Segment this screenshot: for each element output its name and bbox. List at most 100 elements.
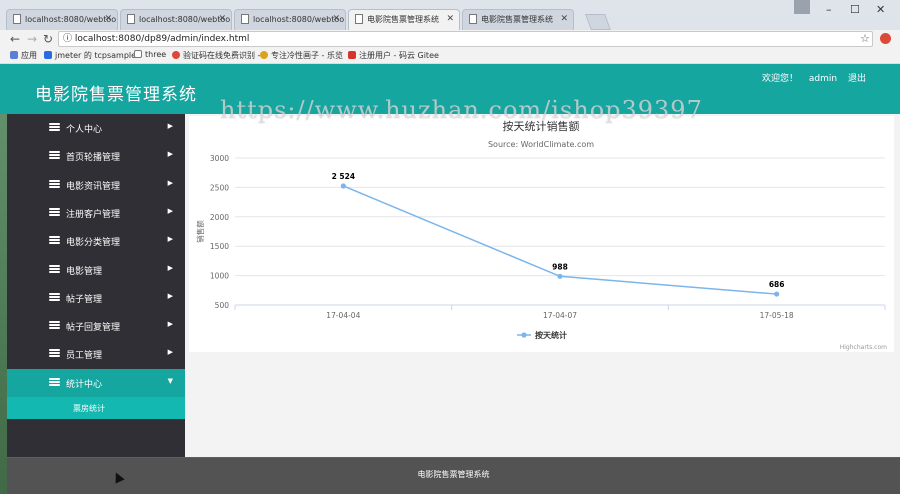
stack-icon: [49, 207, 60, 217]
x-tick-label: 17-04-04: [326, 311, 360, 320]
sidebar-item[interactable]: 电影资讯管理 ▶: [7, 171, 185, 199]
chart-container: 按天统计销售额 Source: WorldClimate.com 500 1000 15…: [189, 116, 894, 352]
browser-tab-4[interactable]: 电影院售票管理系统 ✕: [348, 9, 460, 30]
y-tick-label: 2500: [210, 183, 229, 192]
tab-title: localhost:8080/webtoo: [139, 15, 231, 24]
caret-right-icon: ▶: [167, 150, 173, 159]
legend-label: 按天统计: [535, 330, 567, 340]
y-tick-label: 2000: [210, 213, 229, 222]
close-icon[interactable]: ✕: [560, 14, 568, 24]
caret-right-icon: ▶: [167, 122, 173, 130]
close-icon[interactable]: ✕: [446, 14, 454, 24]
reload-icon[interactable]: ↻: [43, 32, 53, 46]
bookmark-site[interactable]: 专注冷性画子 - 乐览: [260, 50, 343, 61]
extension-icon[interactable]: [880, 33, 891, 44]
stack-icon: [49, 292, 60, 302]
app-title: 电影院售票管理系统: [35, 85, 197, 105]
data-label: 2 524: [332, 172, 356, 181]
sidebar-item[interactable]: 个人中心 ▶: [7, 114, 185, 142]
bookmark-star-icon[interactable]: ☆: [860, 32, 870, 45]
profile-icon[interactable]: [794, 0, 810, 14]
forward-icon[interactable]: →: [27, 32, 37, 46]
chart-title: 按天统计销售额: [503, 119, 580, 133]
page-icon: [469, 14, 477, 24]
y-tick-label: 1000: [210, 272, 229, 281]
tab-title: localhost:8080/webtoo: [253, 15, 345, 24]
caret-right-icon: ▶: [167, 178, 173, 187]
caret-right-icon: ▶: [167, 291, 173, 300]
stack-icon: [49, 264, 60, 274]
logout-link[interactable]: 退出: [848, 74, 866, 84]
sidebar-item-label: 电影管理: [66, 266, 103, 277]
data-label: 988: [552, 262, 568, 271]
y-tick-label: 500: [215, 301, 230, 310]
stack-icon: [49, 321, 60, 330]
bookmarks-bar: 应用 jmeter 的 tcpsample three 验证码在线免费识别 - …: [0, 48, 900, 64]
window-close-icon[interactable]: ✕: [876, 3, 885, 16]
chart-subtitle: Source: WorldClimate.com: [488, 140, 594, 149]
back-icon[interactable]: ←: [10, 32, 20, 46]
url-text: localhost:8080/dp89/admin/index.html: [74, 34, 250, 44]
header-links: 欢迎您！ admin 退出: [754, 71, 866, 84]
bookmark-label: 应用: [21, 51, 37, 60]
main-content: 按天统计销售额 Source: WorldClimate.com 500 1000 15…: [185, 114, 900, 457]
caret-down-icon: ▼: [167, 376, 173, 385]
y-axis-label: 销售额: [195, 220, 205, 243]
sidebar-item[interactable]: 帖子回复管理 ▶: [7, 312, 185, 340]
page-icon: [355, 14, 363, 24]
sidebar-item-label: 电影资讯管理: [66, 181, 121, 192]
sidebar-item[interactable]: 员工管理 ▶: [7, 340, 185, 368]
caret-right-icon: ▶: [167, 348, 173, 357]
close-icon[interactable]: ✕: [218, 14, 226, 24]
sidebar-item[interactable]: 电影分类管理 ▶: [7, 227, 185, 255]
sidebar-item[interactable]: 统计中心 ▼: [7, 368, 185, 397]
browser-tab-5[interactable]: 电影院售票管理系统 ✕: [462, 9, 574, 30]
user-link[interactable]: admin: [809, 74, 837, 84]
sidebar: 个人中心 ▶ 首页轮播管理 ▶ 电影资讯管理 ▶ 注册客户管理 ▶ 电影分类管理 ▶ 电影管理 ▶ 帖子…: [7, 114, 185, 457]
stack-icon: [49, 123, 60, 132]
bookmark-three[interactable]: three: [134, 50, 166, 59]
browser-tab-3[interactable]: localhost:8080/webtoo ✕: [234, 9, 346, 30]
site-icon: [172, 51, 180, 59]
bookmark-label: 注册用户 - 码云 Gitee: [359, 51, 439, 60]
bookmark-gitee[interactable]: 注册用户 - 码云 Gitee: [348, 50, 439, 61]
new-tab-button[interactable]: [585, 14, 611, 30]
footer: 电影院售票管理系统: [7, 458, 900, 494]
page-icon: [127, 14, 135, 24]
shield-icon: [44, 51, 52, 59]
bookmark-captcha[interactable]: 验证码在线免费识别 -: [172, 50, 260, 61]
sidebar-item[interactable]: 电影管理 ▶: [7, 256, 185, 284]
sidebar-subitem-box-office[interactable]: 票房统计: [7, 397, 185, 419]
sidebar-item-label: 员工管理: [66, 351, 103, 362]
data-point: [774, 291, 780, 297]
sidebar-item-label: 首页轮播管理: [66, 153, 121, 164]
close-icon[interactable]: ✕: [332, 14, 340, 24]
subitem-label: 票房统计: [73, 404, 105, 413]
bookmark-label: three: [145, 50, 167, 59]
bookmark-label: 验证码在线免费识别 -: [183, 51, 261, 60]
sidebar-item[interactable]: 帖子管理 ▶: [7, 284, 185, 312]
close-icon[interactable]: ✕: [104, 14, 112, 24]
bookmark-jmeter[interactable]: jmeter 的 tcpsample: [44, 50, 136, 61]
browser-tab-2[interactable]: localhost:8080/webtoo ✕: [120, 9, 232, 30]
caret-right-icon: ▶: [167, 320, 173, 329]
url-input[interactable]: ⓘ localhost:8080/dp89/admin/index.html: [58, 31, 873, 47]
stack-icon: [49, 151, 60, 160]
site-icon: [260, 51, 268, 59]
browser-tab-1[interactable]: localhost:8080/webtoo ✕: [6, 9, 118, 30]
minimize-icon[interactable]: –: [826, 3, 832, 16]
chart-credits: Highcharts.com: [840, 344, 887, 351]
browser-tab-strip: localhost:8080/webtoo ✕ localhost:8080/we…: [0, 0, 900, 30]
welcome-text: 欢迎您！: [762, 74, 799, 84]
sidebar-item-label: 帖子回复管理: [66, 323, 121, 334]
page-icon: [134, 50, 142, 58]
maximize-icon[interactable]: ☐: [850, 3, 860, 16]
legend-marker: [521, 332, 527, 338]
address-bar-row: ← → ↻ ⓘ localhost:8080/dp89/admin/index.…: [0, 30, 900, 48]
sidebar-item[interactable]: 注册客户管理 ▶: [7, 199, 185, 227]
bookmark-apps[interactable]: 应用: [10, 50, 37, 61]
page-icon: [241, 14, 249, 24]
sidebar-item[interactable]: 首页轮播管理 ▶: [7, 142, 185, 170]
x-tick-label: 17-04-07: [543, 311, 577, 320]
bookmark-label: 专注冷性画子 - 乐览: [271, 51, 343, 60]
